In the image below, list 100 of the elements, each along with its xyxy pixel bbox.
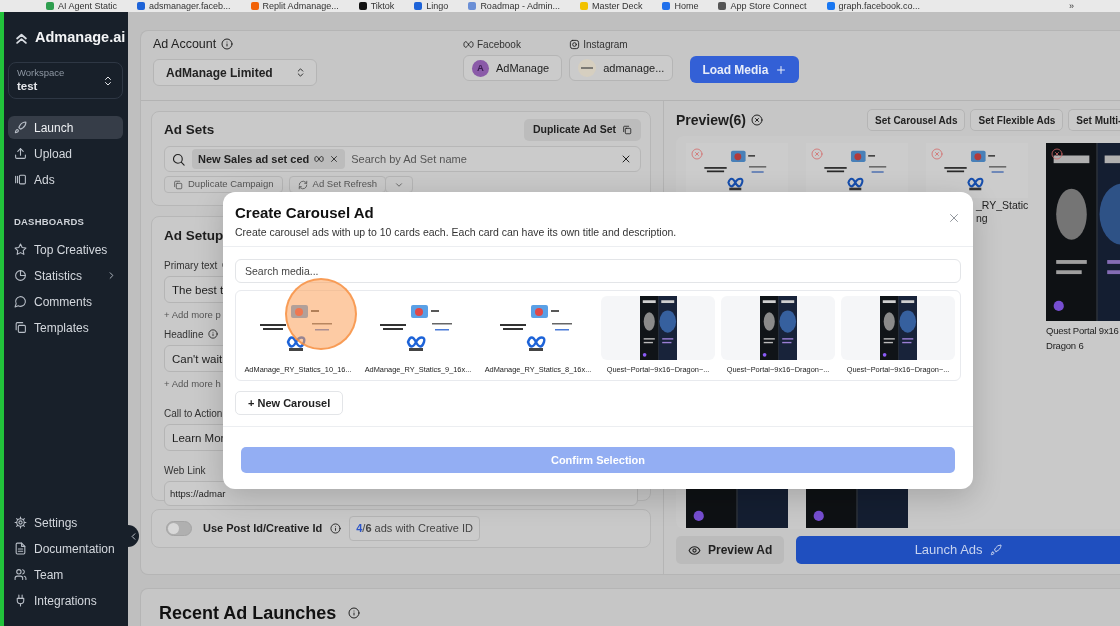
search-field[interactable]: New Sales ad set ced Search by Ad Set name [164,146,641,172]
add-more-link[interactable]: + Add more h [164,377,221,392]
chat-icon [14,295,27,309]
sidebar-item[interactable]: Ads [8,168,123,191]
brand-name: Admanage.ai [35,28,126,48]
field-label: Call to Action [164,406,223,421]
bookmark-link[interactable]: AI Agent Static [58,0,118,12]
section-heading: DASHBOARDS [14,215,86,229]
media-thumbnail[interactable] [601,296,715,360]
section-title: Preview(6) [676,110,747,130]
sidebar-item[interactable]: Team [8,563,123,586]
sidebar-item[interactable]: Top Creatives [8,238,123,262]
search-icon [171,151,186,167]
bookmark-link[interactable]: Tiktok [370,0,395,12]
avatar: A [472,59,489,77]
file-name: Quest Portal 9x16 [1046,325,1119,336]
document-icon [14,542,27,555]
action-button[interactable]: Duplicate Campaign [164,176,283,193]
account-selector[interactable]: admanage... [569,55,674,81]
bookmark-link[interactable]: Home [674,0,699,12]
clear-icon[interactable] [620,153,632,165]
close-circle-icon[interactable] [751,114,764,126]
copy-icon [622,125,632,135]
new-carousel-button[interactable]: + New Carousel [235,391,344,415]
copy-icon [173,179,183,190]
sidebar-item[interactable]: Integrations [8,589,123,612]
platform-label: Instagram [583,37,628,52]
sidebar-item[interactable]: Templates [8,316,123,340]
preview-button[interactable]: Preview Ad [676,536,785,564]
users-icon [14,568,27,581]
bookmark-link[interactable]: App Store Connect [730,0,807,12]
close-icon [947,211,961,225]
sidebar-item[interactable]: Statistics [8,264,123,288]
refresh-icon [297,179,308,190]
bookmark-link[interactable]: adsmanager.faceb... [149,0,231,12]
duplicate-button[interactable]: Duplicate Ad Set [523,119,641,141]
section-title: Recent Ad Launches [159,602,337,625]
modal-title: Create Carousel Ad [235,204,374,222]
rocket-icon [14,121,27,134]
plug-icon [14,594,27,607]
file-name: _RY_Static [976,200,1029,211]
bookmark-link[interactable]: Master Deck [591,0,643,12]
filter-chip[interactable]: New Sales ad set ced [192,149,346,169]
info-icon[interactable] [221,38,234,50]
rocket-icon [989,544,1002,556]
bookmark-link[interactable]: graph.facebook.co... [838,0,921,12]
info-icon[interactable] [330,523,342,534]
pie-chart-icon [14,269,27,283]
camera-icon [569,38,581,50]
option-button[interactable]: Set Carousel Ads [867,109,966,131]
bookmark-link[interactable]: Lingo [426,0,449,12]
field-label: Headline [164,327,204,342]
overflow-chevron[interactable]: » [1069,0,1074,12]
bookmark-link[interactable]: Replit Admanage... [262,0,339,12]
remove-icon[interactable] [1051,148,1063,160]
columns-icon [14,173,27,186]
card-title: Ad Sets [164,120,215,139]
option-button[interactable]: Set Flexible Ads [970,109,1064,131]
add-more-link[interactable]: + Add more p [164,308,221,323]
workspace-selector[interactable]: Workspace test [8,62,123,99]
field-label: Primary text [164,258,218,273]
page-selector[interactable]: A AdManage [463,55,563,81]
count-badge: 4/6 ads with Creative ID [349,516,480,541]
star-icon [14,243,27,257]
infinity-icon [314,154,325,164]
sidebar-item[interactable]: Upload [8,142,123,165]
bookmark-link[interactable]: Roadmap - Admin... [480,0,560,12]
launch-button[interactable]: Launch Ads [796,536,1120,564]
toggle-label: Use Post Id/Creative Id [203,521,323,537]
platform-label: Facebook [477,37,521,52]
remove-icon[interactable] [329,154,340,164]
avatar-icon [578,59,597,77]
toggle-switch[interactable] [166,521,192,536]
media-thumbnail[interactable] [721,296,835,360]
plus-icon [775,63,788,76]
media-thumbnail[interactable] [841,296,955,360]
upload-icon [14,147,27,160]
sidebar-item[interactable]: Documentation [8,537,123,560]
search-field[interactable]: Search media... [235,259,961,283]
eye-icon [688,543,701,557]
account-select[interactable]: AdManage Limited [153,59,317,86]
card-title: Ad Setup [164,227,224,245]
sidebar-item[interactable]: Comments [8,290,123,314]
pages-icon [14,321,27,335]
field-label: Web Link [164,463,206,478]
close-button[interactable] [947,211,961,225]
chevrons-updown-icon [295,67,306,78]
info-icon[interactable] [208,329,219,340]
settings-icon [14,516,27,529]
field-label: Ad Account [153,35,217,53]
sidebar-item[interactable]: Launch [8,116,123,139]
load-media-button[interactable]: Load Media [690,56,800,83]
chevrons-updown-icon [102,74,114,87]
file-name: Dragon 6 [1046,340,1084,351]
modal-subtitle: Create carousel ads with up to 10 cards each. Each card can have its own title and description. [235,225,677,240]
collapse-button[interactable] [128,525,139,547]
sidebar-item[interactable]: Settings [8,511,123,534]
file-name: ng [976,213,988,224]
infinity-icon [463,38,474,50]
info-icon[interactable] [348,607,361,619]
